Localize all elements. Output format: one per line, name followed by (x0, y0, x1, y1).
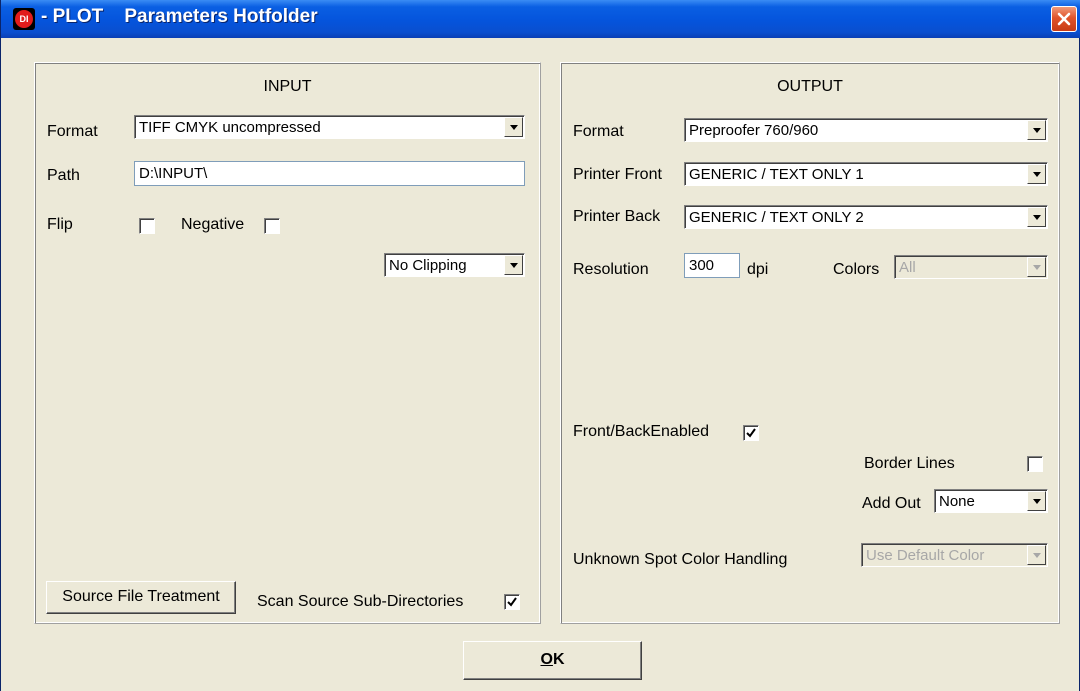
input-section-title: INPUT (263, 78, 312, 95)
negative-checkbox[interactable] (264, 218, 280, 234)
printer-front-select[interactable]: GENERIC / TEXT ONLY 1 (684, 162, 1048, 186)
checkmark-icon (507, 597, 517, 607)
app-icon-text: DI (15, 10, 33, 28)
output-format-select[interactable]: Preproofer 760/960 (684, 118, 1048, 142)
add-out-value: None (939, 493, 975, 510)
clipping-select[interactable]: No Clipping (384, 253, 525, 277)
input-format-select[interactable]: TIFF CMYK uncompressed (134, 115, 525, 139)
parameters-hotfolder-dialog: DI - PLOT Parameters Hotfolder INPUT For… (0, 0, 1080, 691)
chevron-down-icon[interactable] (1027, 545, 1046, 565)
colors-select[interactable]: All (894, 255, 1048, 279)
add-out-select[interactable]: None (934, 489, 1048, 513)
negative-label: Negative (181, 216, 245, 233)
scan-subdirs-label: Scan Source Sub-Directories (257, 593, 464, 610)
output-panel: OUTPUT Format Preproofer 760/960 Printer… (560, 62, 1060, 624)
chevron-down-icon[interactable] (1027, 207, 1046, 227)
chevron-down-icon[interactable] (1027, 120, 1046, 140)
front-back-enabled-checkbox[interactable] (743, 425, 759, 441)
output-section-title: OUTPUT (777, 78, 843, 95)
input-path-value: D:\INPUT\ (139, 165, 208, 182)
chevron-down-icon[interactable] (504, 255, 523, 275)
resolution-value: 300 (689, 257, 715, 274)
input-format-value: TIFF CMYK uncompressed (139, 119, 321, 136)
resolution-label: Resolution (573, 261, 649, 278)
source-file-treatment-button[interactable]: Source File Treatment (46, 581, 236, 614)
colors-value: All (899, 259, 916, 276)
front-back-enabled-label: Front/BackEnabled (573, 423, 710, 440)
title-bar[interactable]: DI - PLOT Parameters Hotfolder (1, 0, 1080, 38)
printer-front-label: Printer Front (573, 166, 662, 183)
checkmark-icon (746, 428, 756, 438)
clipping-value: No Clipping (389, 257, 467, 274)
ok-label-rest: K (552, 651, 565, 668)
colors-label: Colors (833, 261, 880, 278)
chevron-down-icon[interactable] (1027, 164, 1046, 184)
output-format-value: Preproofer 760/960 (689, 122, 819, 139)
spot-color-label: Unknown Spot Color Handling (573, 551, 788, 568)
app-icon: DI (13, 8, 35, 30)
spot-color-select[interactable]: Use Default Color (861, 543, 1048, 567)
input-format-label: Format (47, 123, 98, 140)
spot-color-value: Use Default Color (866, 547, 985, 564)
flip-label: Flip (47, 216, 73, 233)
input-path-label: Path (47, 167, 80, 184)
output-format-label: Format (573, 123, 624, 140)
printer-back-select[interactable]: GENERIC / TEXT ONLY 2 (684, 205, 1048, 229)
input-path-field[interactable]: D:\INPUT\ (134, 161, 525, 186)
resolution-field[interactable]: 300 (684, 253, 740, 278)
resolution-unit: dpi (747, 261, 769, 278)
scan-subdirs-checkbox[interactable] (504, 594, 520, 610)
border-lines-label: Border Lines (864, 455, 955, 472)
chevron-down-icon[interactable] (1027, 491, 1046, 511)
printer-back-label: Printer Back (573, 208, 661, 225)
close-button[interactable] (1051, 6, 1077, 32)
close-icon (1057, 12, 1071, 26)
window-title: - PLOT Parameters Hotfolder (41, 6, 318, 27)
border-lines-checkbox[interactable] (1027, 456, 1043, 472)
printer-front-value: GENERIC / TEXT ONLY 1 (689, 166, 864, 183)
flip-checkbox[interactable] (139, 218, 155, 234)
chevron-down-icon[interactable] (504, 117, 523, 137)
ok-accelerator: O (540, 651, 553, 668)
printer-back-value: GENERIC / TEXT ONLY 2 (689, 209, 864, 226)
chevron-down-icon[interactable] (1027, 257, 1046, 277)
ok-button[interactable]: OK (463, 641, 642, 680)
add-out-label: Add Out (862, 495, 921, 512)
input-panel: INPUT Format TIFF CMYK uncompressed Path… (34, 62, 541, 624)
